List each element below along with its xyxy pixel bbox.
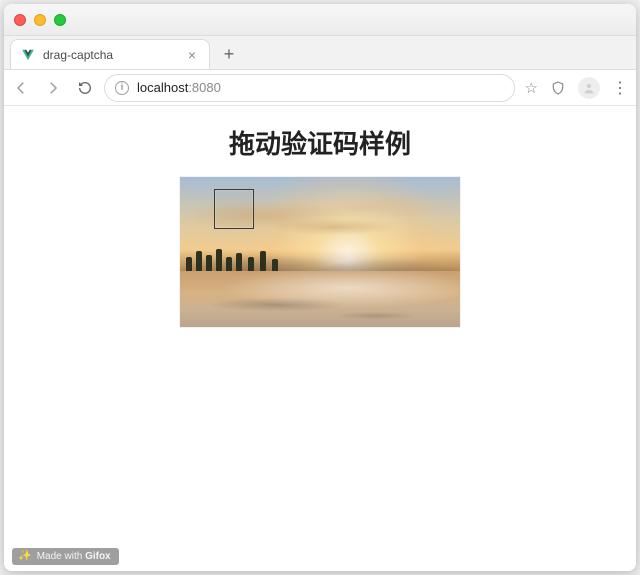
menu-dots-icon[interactable]: ⋮ <box>612 78 628 98</box>
tab-strip: drag-captcha × + <box>4 36 636 70</box>
page-heading: 拖动验证码样例 <box>4 124 636 161</box>
browser-toolbar: i localhost:8080 ☆ ⋮ <box>4 70 636 106</box>
fullscreen-window-button[interactable] <box>54 14 66 26</box>
window-titlebar <box>4 4 636 36</box>
site-info-icon[interactable]: i <box>115 81 129 95</box>
minimize-window-button[interactable] <box>34 14 46 26</box>
window-controls <box>14 14 66 26</box>
browser-window: drag-captcha × + i localhost:8080 ☆ <box>4 4 636 571</box>
tab-title: drag-captcha <box>43 48 177 62</box>
forward-button[interactable] <box>44 79 62 97</box>
new-tab-button[interactable]: + <box>216 41 242 67</box>
gifox-watermark: ✨ Made with Gifox <box>12 548 119 565</box>
vue-logo-icon <box>21 48 35 62</box>
toolbar-right: ☆ ⋮ <box>525 77 628 99</box>
address-host: localhost <box>137 80 188 95</box>
gifox-icon: ✨ <box>18 551 32 562</box>
watermark-brand: Gifox <box>85 551 111 562</box>
profile-avatar-icon[interactable] <box>578 77 600 99</box>
bookmark-star-icon[interactable]: ☆ <box>525 79 538 97</box>
watermark-prefix: Made with <box>37 551 85 562</box>
captcha-puzzle-slot[interactable] <box>214 189 254 229</box>
page-content: 拖动验证码样例 <box>4 106 636 571</box>
nav-buttons <box>12 79 94 97</box>
shield-icon[interactable] <box>550 80 566 96</box>
reload-button[interactable] <box>76 79 94 97</box>
back-button[interactable] <box>12 79 30 97</box>
address-port: :8080 <box>188 80 221 95</box>
active-tab[interactable]: drag-captcha × <box>10 39 210 69</box>
address-bar[interactable]: i localhost:8080 <box>104 74 515 102</box>
captcha-bg-water <box>180 271 460 327</box>
captcha-bg-trees <box>186 249 296 271</box>
captcha-image[interactable] <box>180 177 460 327</box>
tab-close-button[interactable]: × <box>185 48 199 62</box>
close-window-button[interactable] <box>14 14 26 26</box>
